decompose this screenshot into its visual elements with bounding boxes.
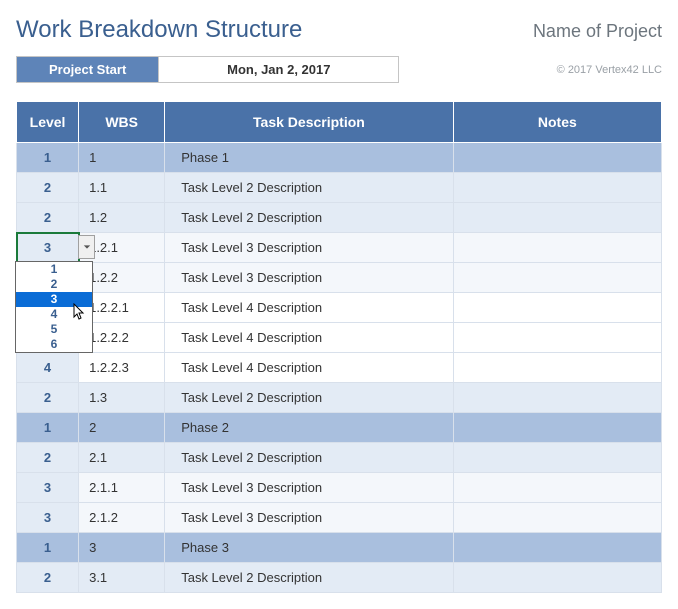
description-cell[interactable]: Task Level 2 Description xyxy=(165,563,453,593)
level-cell[interactable]: 2 xyxy=(17,563,79,593)
wbs-cell[interactable]: 1.2 xyxy=(79,203,165,233)
wbs-cell[interactable]: 2.1.2 xyxy=(79,503,165,533)
description-cell[interactable]: Phase 1 xyxy=(165,143,453,173)
dropdown-list[interactable]: 123456 xyxy=(15,261,93,353)
notes-cell[interactable] xyxy=(453,263,661,293)
project-start-date[interactable]: Mon, Jan 2, 2017 xyxy=(159,56,399,83)
table-row: 32.1.1Task Level 3 Description xyxy=(17,473,662,503)
description-cell[interactable]: Task Level 3 Description xyxy=(165,263,453,293)
dropdown-option[interactable]: 3 xyxy=(16,292,92,307)
dropdown-option[interactable]: 2 xyxy=(16,277,92,292)
table-header-row: Level WBS Task Description Notes xyxy=(17,102,662,143)
table-row: 21.3Task Level 2 Description xyxy=(17,383,662,413)
level-cell[interactable]: 1 xyxy=(17,413,79,443)
col-notes: Notes xyxy=(453,102,661,143)
table-row: 22.1Task Level 2 Description xyxy=(17,443,662,473)
page-title: Work Breakdown Structure xyxy=(16,16,302,44)
project-name: Name of Project xyxy=(533,21,662,42)
wbs-cell[interactable]: 2 xyxy=(79,413,165,443)
wbs-cell[interactable]: 3 xyxy=(79,533,165,563)
dropdown-option[interactable]: 1 xyxy=(16,262,92,277)
description-cell[interactable]: Task Level 4 Description xyxy=(165,323,453,353)
table-row: 32.1.2Task Level 3 Description xyxy=(17,503,662,533)
notes-cell[interactable] xyxy=(453,233,661,263)
notes-cell[interactable] xyxy=(453,323,661,353)
copyright: © 2017 Vertex42 LLC xyxy=(557,64,662,76)
wbs-cell[interactable]: 3.1 xyxy=(79,563,165,593)
col-wbs: WBS xyxy=(79,102,165,143)
description-cell[interactable]: Task Level 2 Description xyxy=(165,443,453,473)
level-cell[interactable]: 1 xyxy=(17,533,79,563)
table-row: 13Phase 3 xyxy=(17,533,662,563)
header: Work Breakdown Structure Name of Project xyxy=(16,16,662,44)
level-cell[interactable]: 2 xyxy=(17,203,79,233)
description-cell[interactable]: Phase 2 xyxy=(165,413,453,443)
notes-cell[interactable] xyxy=(453,443,661,473)
table-row: 31234561.2.1Task Level 3 Description xyxy=(17,233,662,263)
level-cell[interactable]: 1 xyxy=(17,143,79,173)
level-cell[interactable]: 3 xyxy=(17,503,79,533)
description-cell[interactable]: Task Level 3 Description xyxy=(165,233,453,263)
project-start-label: Project Start xyxy=(16,56,159,83)
notes-cell[interactable] xyxy=(453,203,661,233)
level-cell[interactable]: 3123456 xyxy=(17,233,79,263)
level-cell[interactable]: 2 xyxy=(17,443,79,473)
notes-cell[interactable] xyxy=(453,353,661,383)
dropdown-button[interactable] xyxy=(78,235,95,259)
level-cell[interactable]: 2 xyxy=(17,173,79,203)
level-cell[interactable]: 2 xyxy=(17,383,79,413)
table-row: 1.2.2.1Task Level 4 Description xyxy=(17,293,662,323)
description-cell[interactable]: Task Level 3 Description xyxy=(165,473,453,503)
notes-cell[interactable] xyxy=(453,293,661,323)
dropdown-option[interactable]: 5 xyxy=(16,322,92,337)
description-cell[interactable]: Task Level 2 Description xyxy=(165,173,453,203)
wbs-cell[interactable]: 1.1 xyxy=(79,173,165,203)
wbs-cell[interactable]: 1.2.2.3 xyxy=(79,353,165,383)
table-row: 11Phase 1 xyxy=(17,143,662,173)
table-row: 23.1Task Level 2 Description xyxy=(17,563,662,593)
notes-cell[interactable] xyxy=(453,143,661,173)
notes-cell[interactable] xyxy=(453,473,661,503)
wbs-table: Level WBS Task Description Notes 11Phase… xyxy=(16,101,662,593)
wbs-cell[interactable]: 1 xyxy=(79,143,165,173)
level-cell[interactable]: 4 xyxy=(17,353,79,383)
table-row: 21.1Task Level 2 Description xyxy=(17,173,662,203)
description-cell[interactable]: Task Level 4 Description xyxy=(165,293,453,323)
wbs-cell[interactable]: 2.1 xyxy=(79,443,165,473)
level-cell[interactable]: 3 xyxy=(17,473,79,503)
description-cell[interactable]: Task Level 3 Description xyxy=(165,503,453,533)
description-cell[interactable]: Task Level 2 Description xyxy=(165,383,453,413)
dropdown-option[interactable]: 6 xyxy=(16,337,92,352)
notes-cell[interactable] xyxy=(453,383,661,413)
notes-cell[interactable] xyxy=(453,413,661,443)
description-cell[interactable]: Phase 3 xyxy=(165,533,453,563)
wbs-cell[interactable]: 1.3 xyxy=(79,383,165,413)
col-level: Level xyxy=(17,102,79,143)
notes-cell[interactable] xyxy=(453,173,661,203)
dropdown-option[interactable]: 4 xyxy=(16,307,92,322)
col-desc: Task Description xyxy=(165,102,453,143)
description-cell[interactable]: Task Level 2 Description xyxy=(165,203,453,233)
wbs-cell[interactable]: 2.1.1 xyxy=(79,473,165,503)
table-row: 1.2.2.2Task Level 4 Description xyxy=(17,323,662,353)
table-row: 41.2.2.3Task Level 4 Description xyxy=(17,353,662,383)
table-row: 21.2Task Level 2 Description xyxy=(17,203,662,233)
notes-cell[interactable] xyxy=(453,533,661,563)
description-cell[interactable]: Task Level 4 Description xyxy=(165,353,453,383)
project-start-row: Project Start Mon, Jan 2, 2017 © 2017 Ve… xyxy=(16,56,662,83)
table-row: 12Phase 2 xyxy=(17,413,662,443)
chevron-down-icon xyxy=(83,243,91,251)
table-row: 1.2.2Task Level 3 Description xyxy=(17,263,662,293)
notes-cell[interactable] xyxy=(453,503,661,533)
notes-cell[interactable] xyxy=(453,563,661,593)
